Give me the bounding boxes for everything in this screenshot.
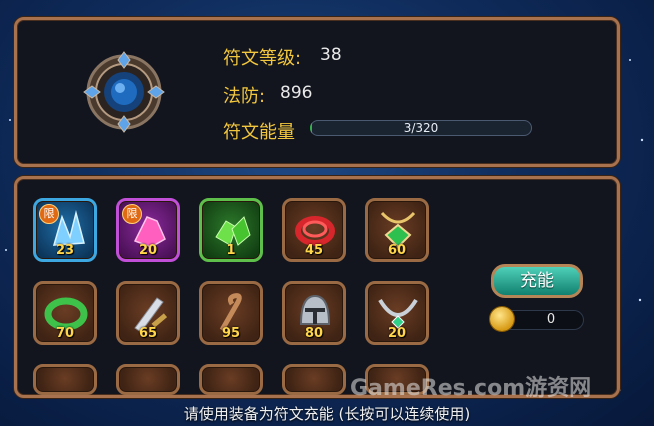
item-quantity: 20 — [138, 243, 158, 258]
rune-level-value: 38 — [320, 45, 342, 65]
equipment-slot[interactable]: 45 — [282, 198, 346, 262]
rune-energy-label: 符文能量 — [223, 122, 295, 143]
watermark: GameRes.com游资网 — [350, 376, 592, 401]
item-quantity: 70 — [55, 326, 75, 341]
magic-defense-label: 法防: — [223, 86, 266, 107]
equipment-slot[interactable]: 60 — [365, 198, 429, 262]
equipment-slot[interactable]: 70 — [33, 281, 97, 345]
rune-energy-text: 3/320 — [403, 121, 439, 135]
equipment-slot[interactable]: 95 — [199, 281, 263, 345]
item-quantity: 1 — [226, 243, 236, 258]
hint-text: 请使用装备为符文充能 (长按可以连续使用) — [183, 405, 471, 423]
limited-badge: 限 — [122, 204, 142, 224]
equipment-slot[interactable] — [33, 364, 97, 395]
item-quantity: 80 — [304, 326, 324, 341]
magic-defense-value: 896 — [280, 83, 313, 103]
equipment-slot[interactable]: 80 — [282, 281, 346, 345]
limited-badge: 限 — [39, 204, 59, 224]
equipment-slot[interactable] — [116, 364, 180, 395]
item-quantity: 65 — [138, 326, 158, 341]
equipment-slot[interactable]: 20 — [365, 281, 429, 345]
item-quantity: 45 — [304, 243, 324, 258]
equipment-slot[interactable] — [199, 364, 263, 395]
equipment-slot[interactable]: 23 限 — [33, 198, 97, 262]
item-quantity: 95 — [221, 326, 241, 341]
coin-value: 0 — [546, 312, 556, 327]
rune-energy-bar: 3/320 — [310, 120, 532, 136]
item-quantity: 60 — [387, 243, 407, 258]
rune-level-label: 符文等级: — [223, 48, 302, 69]
item-quantity: 23 — [55, 243, 75, 258]
equipment-slot[interactable]: 1 — [199, 198, 263, 262]
rune-emblem-icon — [83, 51, 165, 133]
charge-button[interactable]: 充能 — [491, 264, 583, 298]
equipment-slot[interactable]: 20 限 — [116, 198, 180, 262]
coin-icon — [490, 307, 514, 331]
item-quantity: 20 — [387, 326, 407, 341]
equipment-slot[interactable] — [282, 364, 346, 395]
equipment-slot[interactable]: 65 — [116, 281, 180, 345]
